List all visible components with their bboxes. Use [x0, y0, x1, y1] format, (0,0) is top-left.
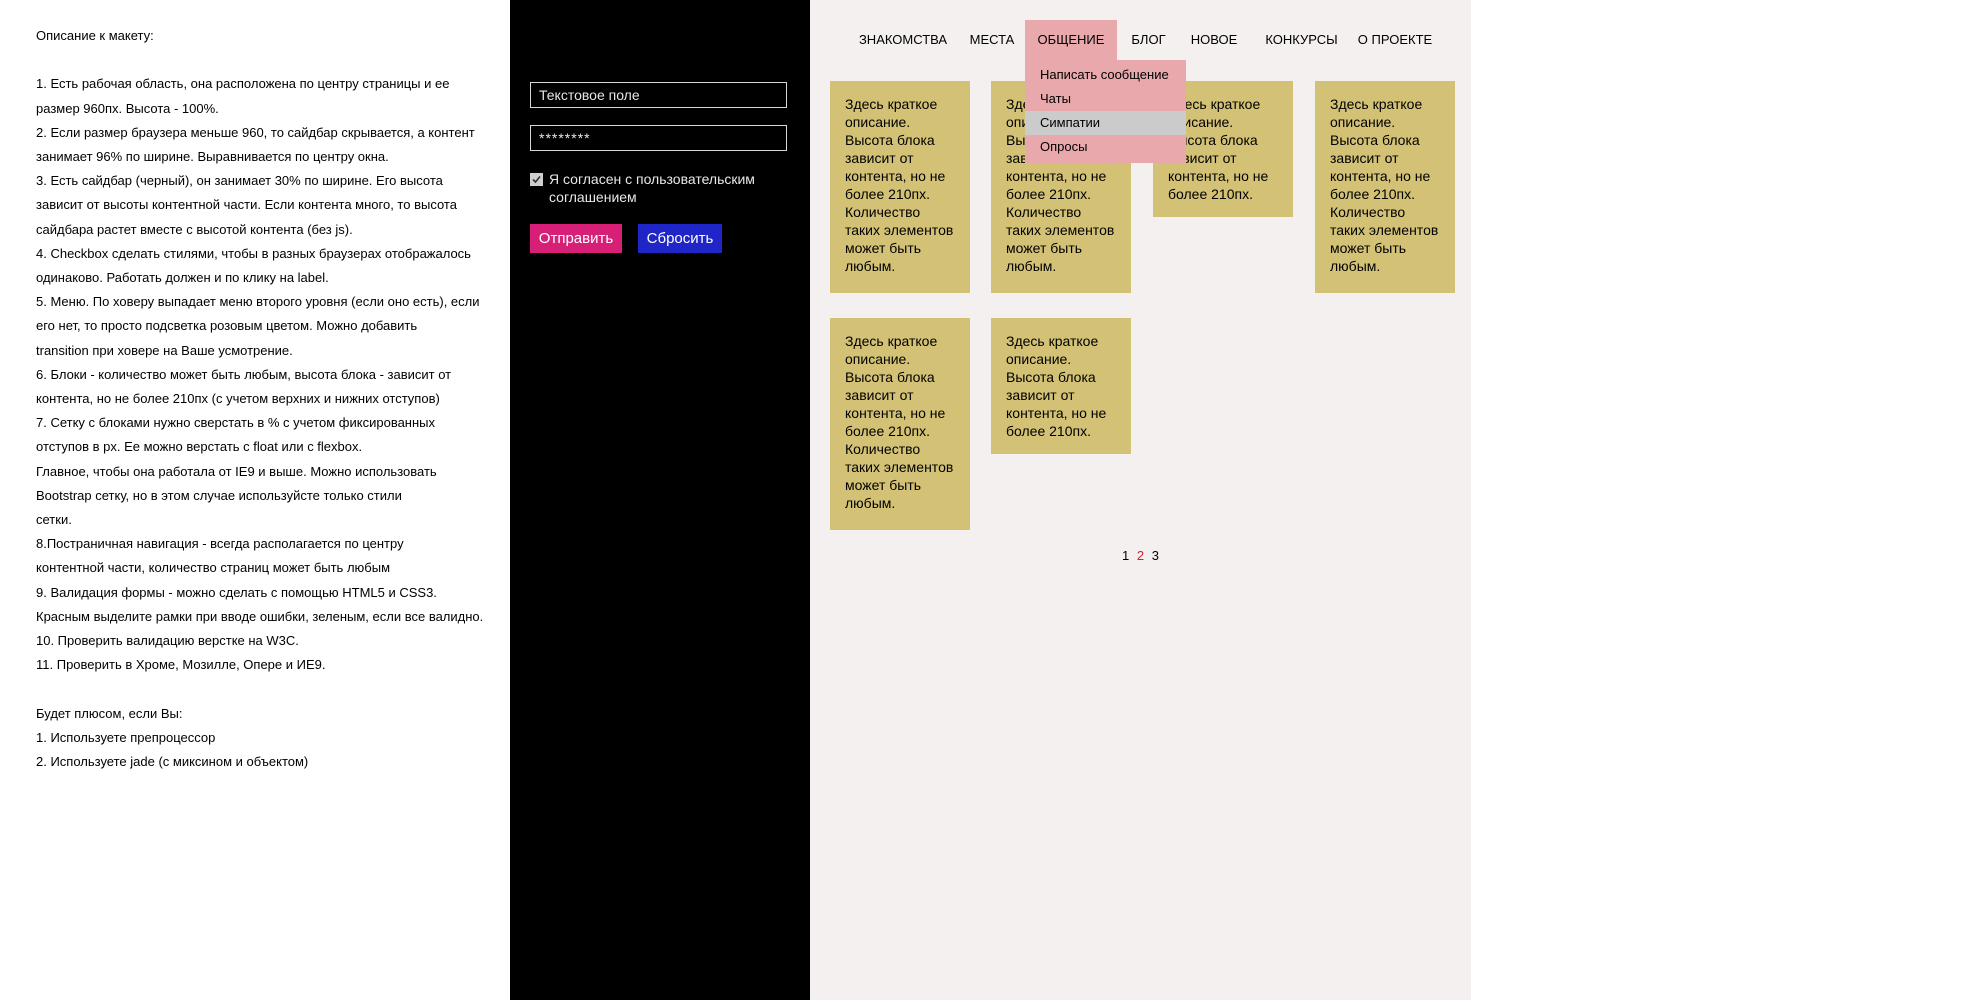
card: Здесь краткое описание. Высота блока зав…	[991, 318, 1131, 454]
submenu-item-polls[interactable]: Опросы	[1025, 135, 1186, 159]
submenu-item-chats[interactable]: Чаты	[1025, 87, 1186, 111]
agree-checkbox-label[interactable]: Я согласен с пользовательским соглашение…	[530, 170, 790, 206]
description-line	[36, 677, 496, 701]
submit-button[interactable]: Отправить	[530, 224, 622, 253]
description-line: 1. Есть рабочая область, она расположена…	[36, 76, 450, 92]
description-line: зависит от высоты контентной части. Если…	[36, 197, 457, 213]
menu-item-znakomstva[interactable]: ЗНАКОМСТВА	[848, 20, 958, 60]
menu-item-blog[interactable]: БЛОГ	[1121, 20, 1176, 60]
description-line: 2. Используете jade (с миксином и объект…	[36, 754, 309, 770]
description-line: размер 960пх. Высота - 100%.	[36, 100, 219, 116]
description-line: 3. Есть сайдбар (черный), он занимает 30…	[36, 173, 443, 189]
card: Здесь краткое описание. Высота блока зав…	[1315, 81, 1455, 293]
page-link-2-current[interactable]: 2	[1137, 548, 1144, 563]
main-menu: ЗНАКОМСТВА МЕСТА ОБЩЕНИЕ БЛОГ НОВОЕ КОНК…	[810, 20, 1471, 60]
description-line: 8.Постраничная навигация - всегда распол…	[36, 536, 404, 552]
description-line	[36, 48, 496, 72]
description-line: 11. Проверить в Хроме, Мозилле, Опере и …	[36, 657, 326, 673]
description-line: 6. Блоки - количество может быть любым, …	[36, 366, 452, 382]
description-line: сетки.	[36, 512, 72, 528]
description-line: 10. Проверить валидацию верстке на W3C.	[36, 633, 299, 649]
menu-item-mesta[interactable]: МЕСТА	[962, 20, 1022, 60]
description-line: Будет плюсом, если Вы:	[36, 705, 183, 721]
menu-item-novoe[interactable]: НОВОЕ	[1180, 20, 1248, 60]
agree-label-text: Я согласен с пользовательским соглашение…	[549, 171, 755, 205]
description-line: Красным выделите рамки при вводе ошибки,…	[36, 608, 484, 624]
page-link-3[interactable]: 3	[1152, 548, 1159, 563]
card: Здесь краткое описание. Высота блока зав…	[830, 81, 970, 293]
menu-item-obshchenie[interactable]: ОБЩЕНИЕ	[1025, 20, 1117, 60]
pagination: 1 2 3	[810, 548, 1471, 563]
description-line: контентной части, количество страниц мож…	[36, 560, 391, 576]
reset-button[interactable]: Сбросить	[638, 224, 722, 253]
sidebar: Я согласен с пользовательским соглашение…	[510, 0, 810, 1000]
description-line: одинаково. Работать должен и по клику на…	[36, 270, 329, 286]
description-line: отступов в px. Ее можно верстать с float…	[36, 439, 363, 455]
menu-item-konkursy[interactable]: КОНКУРСЫ	[1254, 20, 1349, 60]
description-line: 5. Меню. По ховеру выпадает меню второго…	[36, 294, 480, 310]
description-line: 2. Если размер браузера меньше 960, то с…	[36, 124, 475, 140]
menu-item-o-proekte[interactable]: О ПРОЕКТЕ	[1351, 20, 1439, 60]
submenu-item-sympathies[interactable]: Симпатии	[1025, 111, 1186, 135]
description-line: transition при ховере на Ваше усмотрение…	[36, 342, 293, 358]
description-line: занимает 96% по ширине. Выравнивается по…	[36, 149, 389, 164]
agree-checkbox[interactable]	[530, 173, 543, 186]
submenu-obshchenie: Написать сообщение Чаты Симпатии Опросы	[1025, 60, 1186, 163]
description-line: Bootstrap сетку, но в этом случае исполь…	[36, 487, 402, 503]
description-line: Главное, чтобы она работала от IE9 и выш…	[36, 463, 437, 479]
description-line: его нет, то просто подсветка розовым цве…	[36, 318, 418, 334]
submenu-item-write-message[interactable]: Написать сообщение	[1025, 63, 1186, 87]
text-field[interactable]	[530, 82, 787, 108]
password-field[interactable]	[530, 125, 787, 151]
description-line: контента, но не более 210пх (с учетом ве…	[36, 391, 440, 407]
card: Здесь краткое описание. Высота блока зав…	[830, 318, 970, 530]
page-link-1[interactable]: 1	[1122, 548, 1129, 563]
description-line: 1. Используете препроцессор	[36, 729, 216, 745]
checkmark-icon	[532, 175, 541, 184]
description-line: Описание к макету:	[36, 28, 154, 43]
description-line: 9. Валидация формы - можно сделать с пом…	[36, 584, 437, 600]
layout-description: Описание к макету: 1. Есть рабочая област…	[36, 24, 496, 774]
content-area: ЗНАКОМСТВА МЕСТА ОБЩЕНИЕ БЛОГ НОВОЕ КОНК…	[810, 0, 1471, 1000]
description-line: сайдбара растет вместе с высотой контент…	[36, 221, 353, 237]
description-line: 7. Сетку с блоками нужно сверстать в % с…	[36, 415, 436, 431]
description-line: 4. Checkbox сделать стилями, чтобы в раз…	[36, 245, 471, 261]
